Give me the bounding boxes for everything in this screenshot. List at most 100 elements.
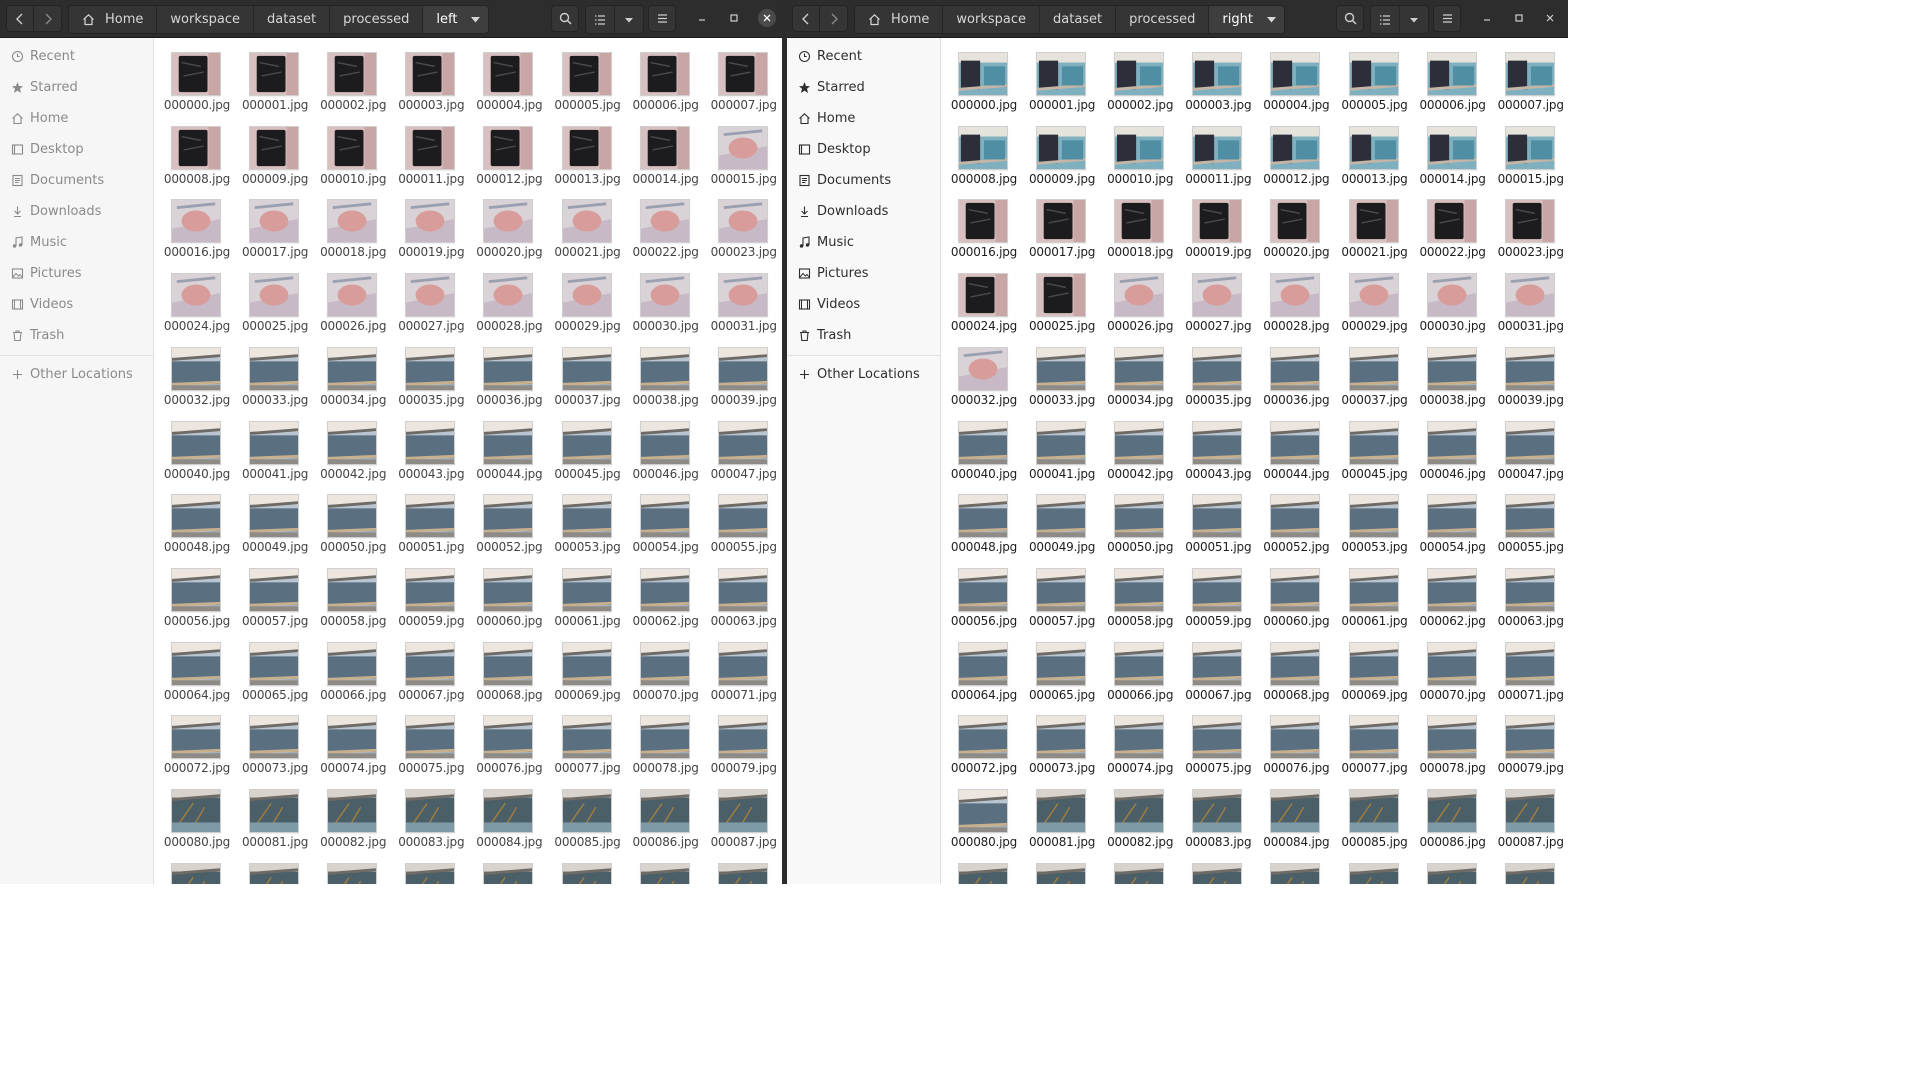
file-item[interactable]: [1415, 851, 1491, 884]
file-item[interactable]: 000003.jpg: [393, 40, 469, 112]
maximize-button[interactable]: [725, 9, 743, 27]
forward-button[interactable]: [820, 5, 848, 32]
file-item[interactable]: 000029.jpg: [1337, 261, 1413, 333]
file-item[interactable]: 000030.jpg: [1415, 261, 1491, 333]
file-item[interactable]: [1102, 851, 1178, 884]
file-item[interactable]: 000015.jpg: [706, 114, 782, 186]
file-item[interactable]: 000056.jpg: [159, 556, 235, 628]
crumb-home[interactable]: Home: [69, 6, 158, 33]
file-item[interactable]: [159, 851, 235, 884]
file-item[interactable]: 000044.jpg: [1258, 409, 1334, 481]
sidebar-item-downloads[interactable]: Downloads: [0, 196, 153, 227]
file-item[interactable]: 000022.jpg: [628, 187, 704, 259]
file-item[interactable]: 000031.jpg: [706, 261, 782, 333]
file-item[interactable]: 000039.jpg: [1493, 335, 1568, 407]
file-item[interactable]: 000006.jpg: [1415, 40, 1491, 112]
file-item[interactable]: 000078.jpg: [628, 703, 704, 775]
file-item[interactable]: 000050.jpg: [1102, 482, 1178, 554]
file-item[interactable]: 000082.jpg: [315, 777, 391, 849]
file-item[interactable]: 000028.jpg: [1258, 261, 1334, 333]
close-button[interactable]: [758, 9, 776, 27]
file-item[interactable]: 000039.jpg: [706, 335, 782, 407]
file-item[interactable]: [1024, 851, 1100, 884]
crumb-home[interactable]: Home: [855, 6, 944, 33]
sidebar-item-documents[interactable]: Documents: [0, 165, 153, 196]
file-item[interactable]: 000062.jpg: [628, 556, 704, 628]
file-item[interactable]: 000078.jpg: [1415, 703, 1491, 775]
crumb-workspace[interactable]: workspace: [943, 6, 1040, 33]
file-item[interactable]: 000056.jpg: [946, 556, 1022, 628]
file-item[interactable]: 000037.jpg: [550, 335, 626, 407]
file-item[interactable]: 000007.jpg: [706, 40, 782, 112]
file-item[interactable]: 000066.jpg: [315, 630, 391, 702]
file-item[interactable]: 000002.jpg: [1102, 40, 1178, 112]
file-item[interactable]: 000077.jpg: [1337, 703, 1413, 775]
file-item[interactable]: 000029.jpg: [550, 261, 626, 333]
file-item[interactable]: 000034.jpg: [1102, 335, 1178, 407]
file-item[interactable]: 000001.jpg: [237, 40, 313, 112]
sidebar-item-home[interactable]: Home: [0, 103, 153, 134]
file-item[interactable]: 000024.jpg: [159, 261, 235, 333]
file-item[interactable]: 000058.jpg: [315, 556, 391, 628]
file-item[interactable]: 000008.jpg: [159, 114, 235, 186]
file-item[interactable]: 000002.jpg: [315, 40, 391, 112]
file-item[interactable]: 000037.jpg: [1337, 335, 1413, 407]
file-item[interactable]: 000081.jpg: [1024, 777, 1100, 849]
file-item[interactable]: 000046.jpg: [628, 409, 704, 481]
file-item[interactable]: 000066.jpg: [1102, 630, 1178, 702]
file-item[interactable]: 000017.jpg: [237, 187, 313, 259]
file-item[interactable]: 000063.jpg: [706, 556, 782, 628]
file-item[interactable]: [315, 851, 391, 884]
file-item[interactable]: 000042.jpg: [1102, 409, 1178, 481]
file-item[interactable]: 000035.jpg: [393, 335, 469, 407]
file-item[interactable]: 000048.jpg: [946, 482, 1022, 554]
file-item[interactable]: 000067.jpg: [1180, 630, 1256, 702]
file-item[interactable]: 000013.jpg: [550, 114, 626, 186]
file-item[interactable]: 000048.jpg: [159, 482, 235, 554]
file-item[interactable]: 000040.jpg: [946, 409, 1022, 481]
sidebar-item-music[interactable]: Music: [0, 227, 153, 258]
file-item[interactable]: 000025.jpg: [237, 261, 313, 333]
menu-button[interactable]: [1433, 5, 1461, 32]
file-item[interactable]: 000033.jpg: [1024, 335, 1100, 407]
crumb-current-folder[interactable]: left: [423, 6, 489, 33]
file-item[interactable]: 000057.jpg: [1024, 556, 1100, 628]
sidebar-item-trash[interactable]: Trash: [0, 320, 153, 351]
file-item[interactable]: 000032.jpg: [159, 335, 235, 407]
file-item[interactable]: 000028.jpg: [471, 261, 547, 333]
file-item[interactable]: [946, 851, 1022, 884]
file-item[interactable]: 000010.jpg: [315, 114, 391, 186]
sidebar-item-desktop[interactable]: Desktop: [787, 134, 940, 165]
file-item[interactable]: 000064.jpg: [159, 630, 235, 702]
file-item[interactable]: 000018.jpg: [1102, 187, 1178, 259]
file-item[interactable]: 000083.jpg: [1180, 777, 1256, 849]
file-item[interactable]: 000027.jpg: [1180, 261, 1256, 333]
file-item[interactable]: 000067.jpg: [393, 630, 469, 702]
file-item[interactable]: 000085.jpg: [1337, 777, 1413, 849]
crumb-dataset[interactable]: dataset: [1040, 6, 1117, 33]
file-item[interactable]: 000005.jpg: [550, 40, 626, 112]
file-item[interactable]: 000016.jpg: [946, 187, 1022, 259]
file-item[interactable]: 000047.jpg: [706, 409, 782, 481]
file-item[interactable]: 000070.jpg: [628, 630, 704, 702]
file-item[interactable]: [237, 851, 313, 884]
file-item[interactable]: 000069.jpg: [550, 630, 626, 702]
file-item[interactable]: 000033.jpg: [237, 335, 313, 407]
file-item[interactable]: 000030.jpg: [628, 261, 704, 333]
file-item[interactable]: 000043.jpg: [1180, 409, 1256, 481]
file-item[interactable]: 000074.jpg: [315, 703, 391, 775]
file-item[interactable]: 000000.jpg: [159, 40, 235, 112]
file-item[interactable]: 000081.jpg: [237, 777, 313, 849]
file-item[interactable]: 000024.jpg: [946, 261, 1022, 333]
file-item[interactable]: [706, 851, 782, 884]
file-item[interactable]: 000042.jpg: [315, 409, 391, 481]
file-item[interactable]: 000047.jpg: [1493, 409, 1568, 481]
file-item[interactable]: 000013.jpg: [1337, 114, 1413, 186]
sidebar-item-documents[interactable]: Documents: [787, 165, 940, 196]
file-item[interactable]: 000043.jpg: [393, 409, 469, 481]
file-item[interactable]: 000010.jpg: [1102, 114, 1178, 186]
file-item[interactable]: 000060.jpg: [471, 556, 547, 628]
file-item[interactable]: 000086.jpg: [628, 777, 704, 849]
file-item[interactable]: 000055.jpg: [706, 482, 782, 554]
file-item[interactable]: 000052.jpg: [471, 482, 547, 554]
